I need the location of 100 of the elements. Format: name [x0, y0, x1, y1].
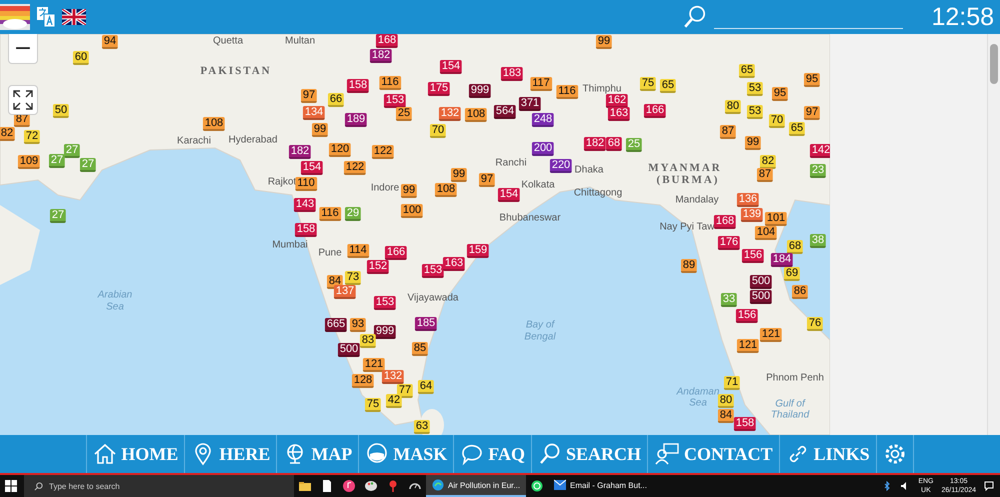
aqi-marker[interactable]: 99 — [450, 168, 468, 182]
aqi-marker[interactable]: 99 — [400, 184, 418, 198]
aqi-marker[interactable]: 999 — [374, 325, 396, 339]
aqi-marker[interactable]: 75 — [640, 77, 656, 91]
aqi-marker[interactable]: 82 — [0, 127, 16, 141]
aqi-marker[interactable]: 121 — [362, 358, 386, 372]
aqi-marker[interactable]: 25 — [396, 107, 412, 121]
aqi-marker[interactable]: 109 — [18, 155, 40, 169]
aqi-marker[interactable]: 80 — [718, 394, 734, 408]
notification-icon[interactable] — [984, 481, 994, 491]
taskbar-app[interactable]: Email - Graham But... — [548, 475, 653, 497]
aqi-marker[interactable]: 65 — [660, 79, 676, 93]
aqi-marker[interactable]: 189 — [344, 113, 368, 127]
aqi-marker[interactable]: 184 — [770, 253, 794, 267]
aqi-marker[interactable]: 117 — [530, 77, 552, 91]
aqi-marker[interactable]: 108 — [434, 183, 458, 197]
aqi-marker[interactable]: 163 — [442, 257, 466, 271]
aqi-marker[interactable]: 158 — [734, 417, 756, 431]
aqi-marker[interactable]: 500 — [750, 290, 772, 304]
bluetooth-icon[interactable] — [882, 481, 892, 491]
aqi-marker[interactable]: 50 — [52, 104, 70, 118]
aqi-marker[interactable]: 70 — [768, 114, 786, 128]
aqi-marker[interactable]: 108 — [202, 117, 226, 131]
aqi-marker[interactable]: 97 — [300, 89, 318, 103]
aqi-marker[interactable]: 158 — [294, 223, 318, 237]
aqi-marker[interactable]: 154 — [300, 161, 324, 175]
translate-icon[interactable] — [36, 6, 56, 28]
aqi-marker[interactable]: 122 — [344, 161, 366, 175]
aqi-marker[interactable]: 94 — [102, 35, 118, 49]
aqi-marker[interactable]: 104 — [754, 226, 778, 240]
aqi-marker[interactable]: 53 — [746, 82, 764, 96]
aqi-marker[interactable]: 83 — [360, 334, 376, 348]
aqi-marker[interactable]: 128 — [352, 374, 374, 388]
aqi-marker[interactable]: 152 — [366, 260, 390, 274]
aqi-marker[interactable]: 158 — [346, 79, 370, 93]
aqi-marker[interactable]: 116 — [556, 85, 578, 99]
aqi-marker[interactable]: 116 — [319, 207, 341, 221]
aqi-marker[interactable]: 159 — [466, 244, 490, 258]
aqi-marker[interactable]: 65 — [788, 122, 806, 136]
aqi-marker[interactable]: 93 — [350, 318, 366, 332]
aqi-marker[interactable]: 99 — [312, 123, 328, 137]
aqi-marker[interactable]: 69 — [784, 267, 800, 281]
aqi-marker[interactable]: 116 — [379, 76, 401, 90]
aqi-marker[interactable]: 153 — [374, 296, 396, 310]
aqi-marker[interactable]: 70 — [430, 124, 446, 138]
aqi-marker[interactable]: 166 — [644, 104, 666, 118]
aqi-marker[interactable]: 500 — [750, 275, 772, 289]
aqi-marker[interactable]: 120 — [328, 143, 352, 157]
taskbar-app[interactable]: Air Pollution in Eur... — [426, 475, 526, 497]
taskbar-search-field[interactable]: Type here to search — [24, 475, 294, 497]
aqi-marker[interactable]: 64 — [418, 380, 434, 394]
folder-icon[interactable] — [299, 480, 311, 492]
zoom-out-button[interactable]: − — [8, 34, 38, 64]
aqi-marker[interactable]: 110 — [295, 177, 317, 191]
aqi-marker[interactable]: 154 — [498, 188, 520, 202]
aqi-marker[interactable]: 500 — [338, 343, 360, 357]
aqi-marker[interactable]: 185 — [414, 317, 438, 331]
document-icon[interactable] — [321, 480, 333, 492]
aqi-marker[interactable]: 122 — [372, 145, 394, 159]
aqi-marker[interactable]: 99 — [744, 136, 762, 150]
rainbow-cloud-logo[interactable] — [0, 2, 30, 32]
aqi-marker[interactable]: 200 — [532, 142, 554, 156]
aqi-marker[interactable]: 76 — [806, 317, 824, 331]
aqi-marker[interactable]: 80 — [724, 100, 742, 114]
scrollbar[interactable] — [987, 34, 1000, 435]
aqi-marker[interactable]: 95 — [804, 73, 820, 87]
aqi-marker[interactable]: 100 — [400, 204, 424, 218]
aqi-marker[interactable]: 121 — [736, 339, 760, 353]
aqi-marker[interactable]: 75 — [364, 398, 382, 412]
aqi-marker[interactable]: 163 — [608, 107, 630, 121]
aqi-marker[interactable]: 99 — [596, 35, 612, 49]
aqi-marker[interactable]: 248 — [532, 113, 554, 127]
aqi-marker[interactable]: 72 — [24, 130, 40, 144]
aqi-marker[interactable]: 154 — [440, 60, 462, 74]
aqi-marker[interactable]: 665 — [324, 318, 348, 332]
aqi-marker[interactable]: 53 — [746, 105, 764, 119]
aqi-marker[interactable]: 89 — [680, 259, 698, 273]
aqi-marker[interactable]: 97 — [478, 173, 496, 187]
aqi-marker[interactable]: 101 — [764, 212, 788, 226]
aqi-marker[interactable]: 156 — [736, 309, 758, 323]
aqi-marker[interactable]: 182 — [288, 145, 312, 159]
aqi-marker[interactable]: 182 — [370, 49, 392, 63]
aqi-marker[interactable]: 142 — [810, 144, 830, 158]
aqi-marker[interactable]: 82 — [760, 155, 776, 169]
aqi-marker[interactable]: 564 — [494, 105, 516, 119]
aqi-marker[interactable]: 166 — [384, 246, 408, 260]
aqi-marker[interactable]: 66 — [328, 93, 344, 107]
paint-palette-icon[interactable] — [365, 480, 377, 492]
aqi-marker[interactable]: 182 — [584, 137, 606, 151]
aqi-marker[interactable]: 175 — [428, 82, 450, 96]
uk-flag-icon[interactable] — [62, 9, 86, 25]
aqi-marker[interactable]: 65 — [738, 64, 756, 78]
aqi-marker[interactable]: 143 — [294, 198, 316, 212]
aqi-marker[interactable]: 68 — [786, 240, 804, 254]
aqi-marker[interactable]: 121 — [760, 328, 782, 342]
aqi-marker[interactable]: 85 — [412, 342, 428, 356]
aqi-marker[interactable]: 220 — [550, 159, 572, 173]
aqi-marker[interactable]: 168 — [376, 34, 398, 48]
aqi-marker[interactable]: 183 — [500, 67, 524, 81]
aqi-marker[interactable]: 87 — [756, 168, 774, 182]
